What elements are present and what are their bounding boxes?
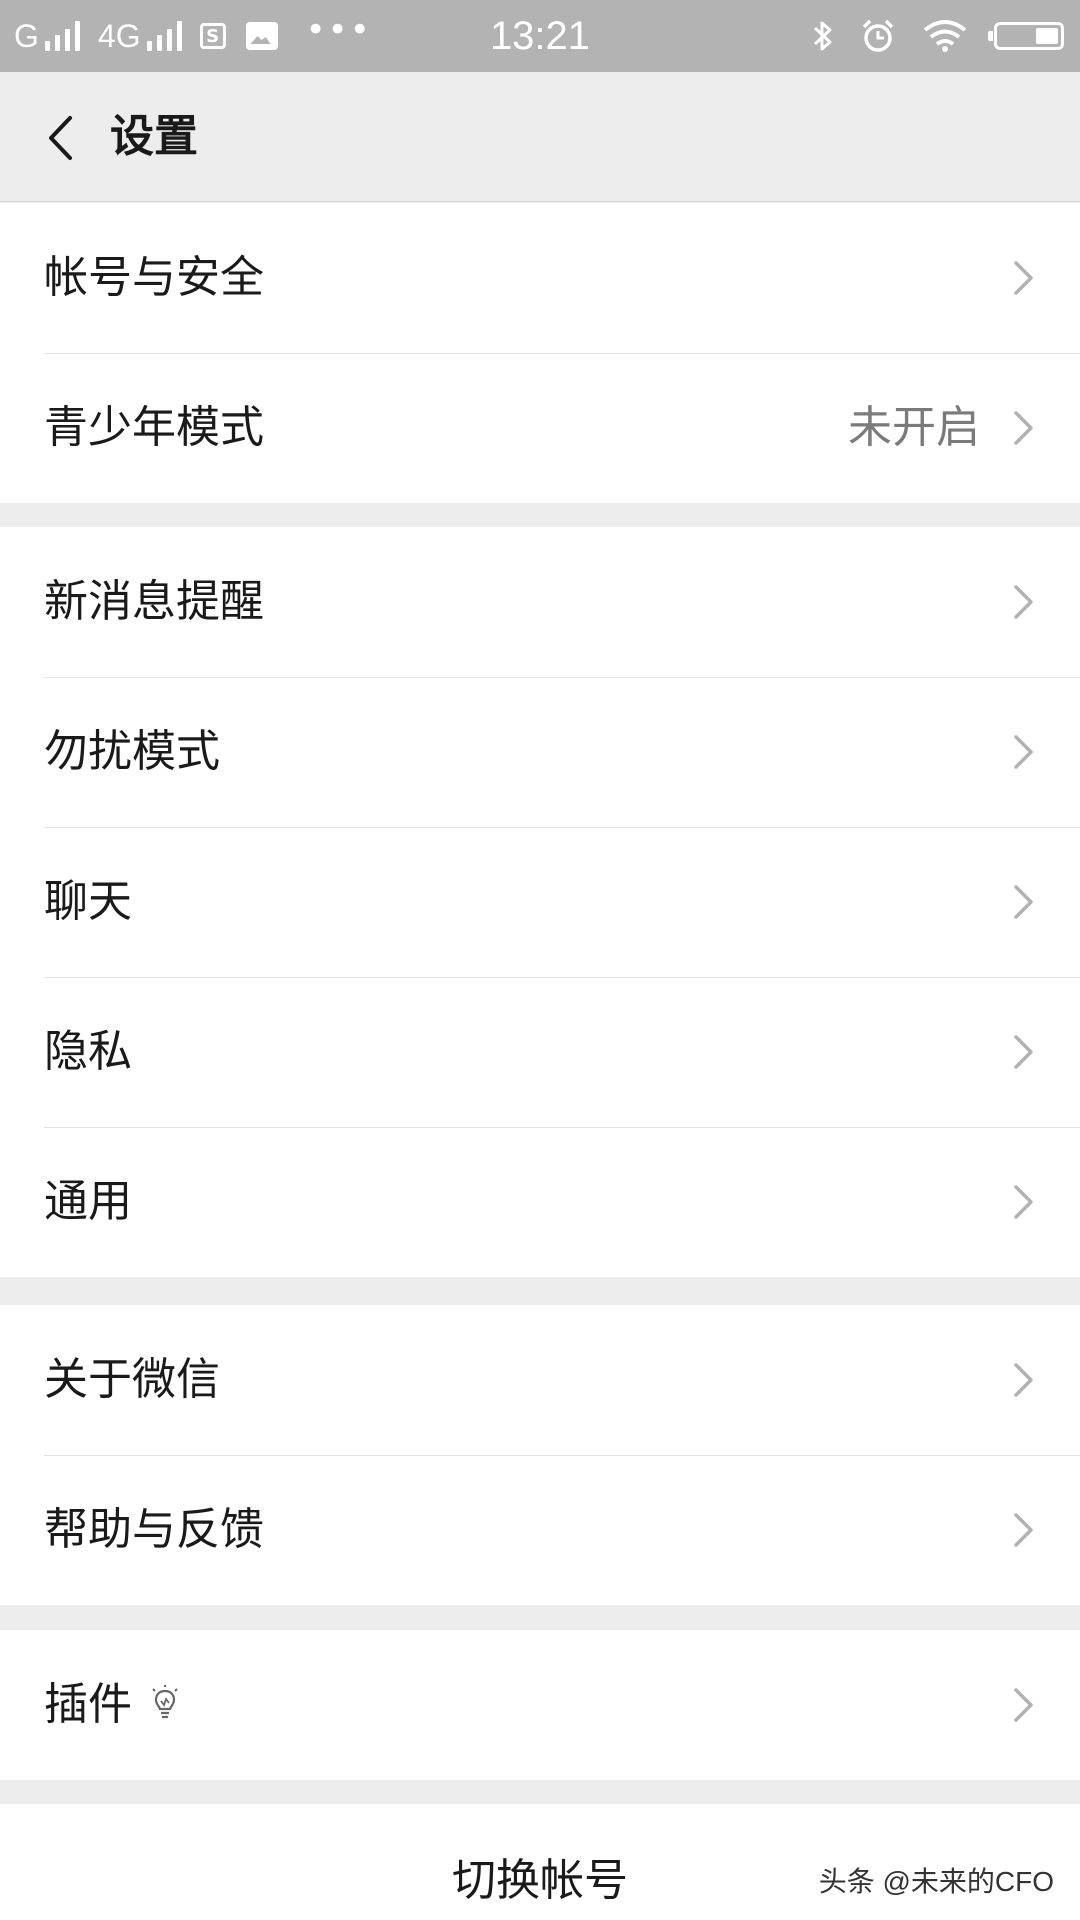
settings-item-label: 聊天 [44, 876, 132, 927]
lightbulb-icon [152, 1685, 178, 1719]
settings-group-general: 新消息提醒 勿扰模式 聊天 隐私 通用 [0, 527, 1080, 1277]
status-bar: G 4G S ••• 13:21 [0, 0, 1080, 72]
settings-item-do-not-disturb[interactable]: 勿扰模式 [0, 677, 1080, 827]
settings-item-youth-mode[interactable]: 青少年模式 未开启 [0, 353, 1080, 503]
settings-item-label: 青少年模式 [44, 402, 264, 453]
page-title: 设置 [110, 111, 198, 162]
youth-mode-status: 未开启 [848, 402, 980, 453]
settings-item-plugins[interactable]: 插件 [0, 1630, 1080, 1780]
chevron-right-icon [1014, 585, 1033, 619]
settings-item-label: 帐号与安全 [44, 252, 264, 303]
back-button[interactable] [30, 106, 90, 170]
settings-item-label: 隐私 [44, 1026, 132, 1077]
settings-group-about: 关于微信 帮助与反馈 [0, 1305, 1080, 1605]
chevron-right-icon [1014, 261, 1033, 295]
watermark: 头条 @未来的CFO [818, 1866, 1054, 1897]
chevron-right-icon [1014, 1513, 1033, 1547]
settings-item-help-feedback[interactable]: 帮助与反馈 [0, 1455, 1080, 1605]
settings-item-label: 勿扰模式 [44, 726, 220, 777]
chevron-right-icon [1014, 735, 1033, 769]
chevron-right-icon [1014, 411, 1033, 445]
settings-item-label: 关于微信 [44, 1354, 220, 1405]
settings-item-label: 插件 [44, 1679, 132, 1730]
chevron-right-icon [1014, 885, 1033, 919]
bluetooth-icon [813, 21, 832, 51]
settings-item-notifications[interactable]: 新消息提醒 [0, 527, 1080, 677]
status-bar-right [812, 0, 1064, 72]
settings-item-label-wrap: 插件 [44, 1630, 180, 1780]
settings-item-privacy[interactable]: 隐私 [0, 977, 1080, 1127]
wifi-icon [923, 20, 967, 52]
settings-item-account-security[interactable]: 帐号与安全 [0, 203, 1080, 353]
settings-item-chat[interactable]: 聊天 [0, 827, 1080, 977]
settings-item-label: 通用 [44, 1176, 132, 1227]
chevron-right-icon [1014, 1185, 1033, 1219]
chevron-right-icon [1014, 1363, 1033, 1397]
settings-group-account: 帐号与安全 青少年模式 未开启 [0, 203, 1080, 503]
settings-item-about-wechat[interactable]: 关于微信 [0, 1305, 1080, 1455]
chevron-left-icon [49, 116, 72, 160]
battery-icon [988, 22, 1064, 50]
settings-item-label: 帮助与反馈 [44, 1504, 264, 1555]
settings-item-label: 新消息提醒 [44, 576, 264, 627]
settings-group-plugins: 插件 [0, 1630, 1080, 1780]
chevron-right-icon [1014, 1688, 1033, 1722]
settings-item-general[interactable]: 通用 [0, 1127, 1080, 1277]
navigation-bar: 设置 [0, 72, 1080, 202]
chevron-right-icon [1014, 1035, 1033, 1069]
alarm-icon [862, 19, 894, 52]
